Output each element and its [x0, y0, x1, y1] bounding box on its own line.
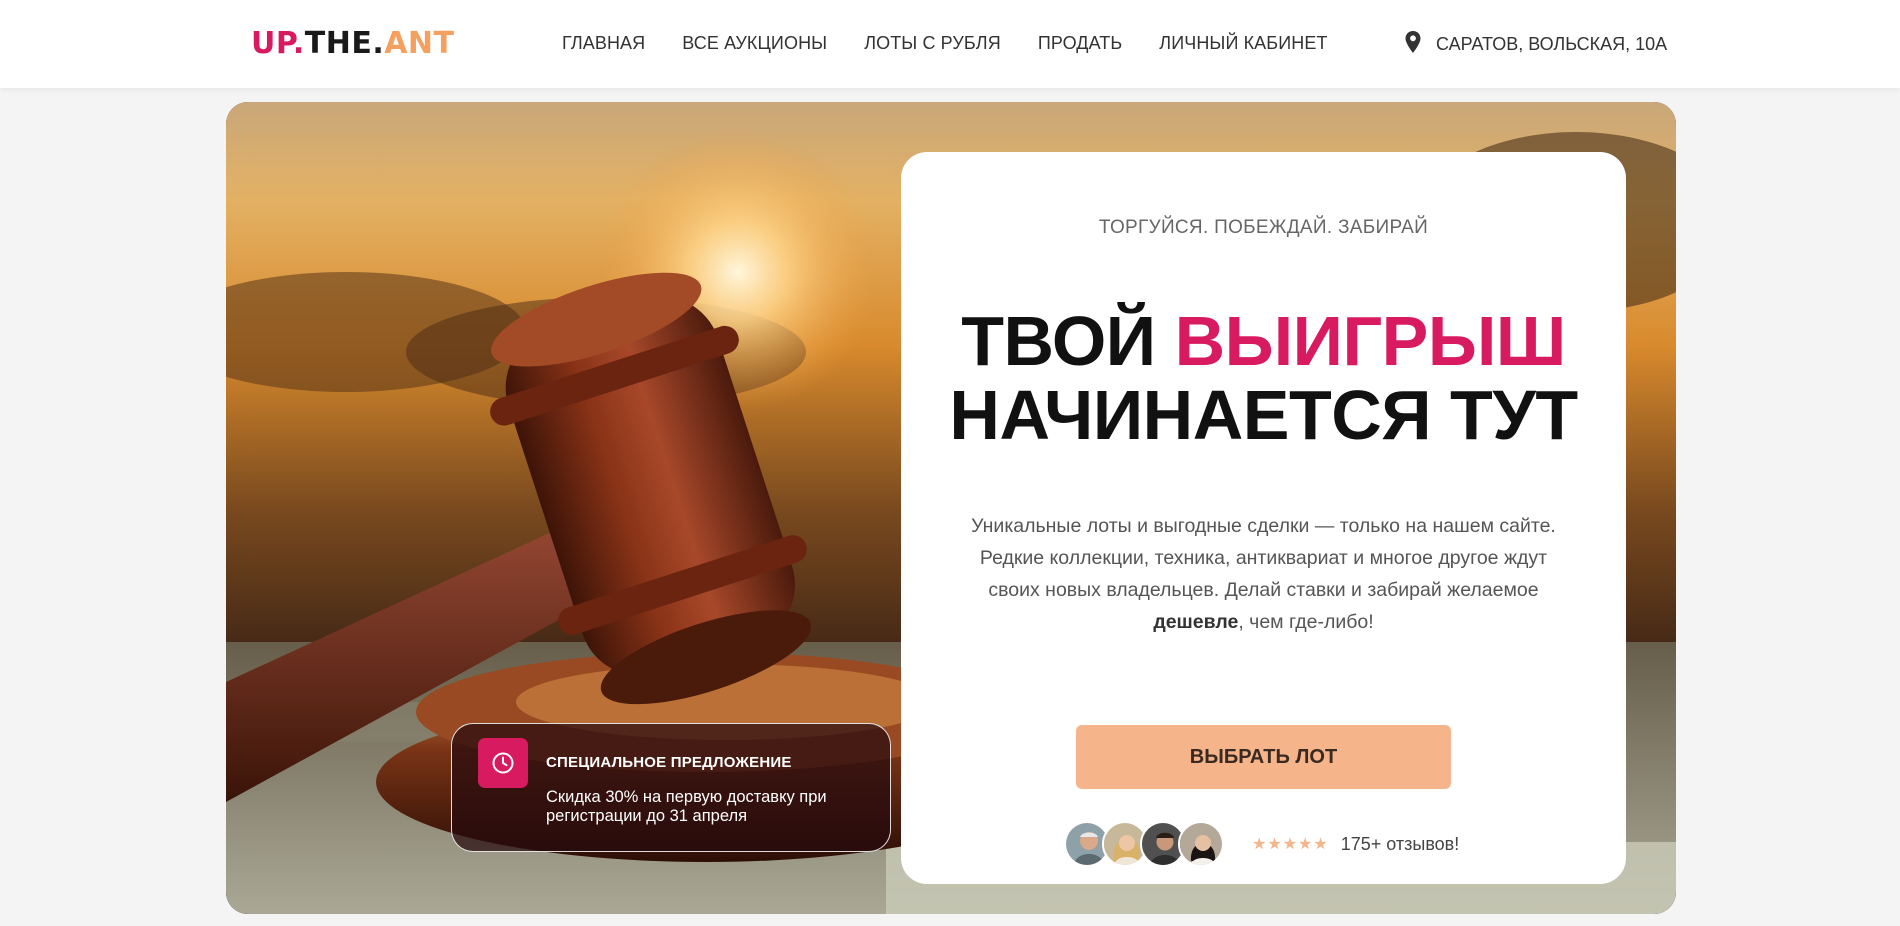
logo-part-up: UP.	[251, 26, 305, 61]
location-pin-icon	[1404, 31, 1422, 58]
nav-account[interactable]: ЛИЧНЫЙ КАБИНЕТ	[1159, 33, 1327, 54]
offer-title: СПЕЦИАЛЬНОЕ ПРЕДЛОЖЕНИЕ	[546, 754, 792, 771]
choose-lot-button[interactable]: ВЫБРАТЬ ЛОТ	[1076, 725, 1451, 789]
hero-section: СПЕЦИАЛЬНОЕ ПРЕДЛОЖЕНИЕ Скидка 30% на пе…	[226, 102, 1676, 914]
desc-bold: дешевле	[1153, 611, 1239, 633]
address[interactable]: САРАТОВ, ВОЛЬСКАЯ, 10А	[1404, 31, 1667, 58]
headline-word: ТВОЙ	[961, 302, 1156, 380]
logo[interactable]: UP.THE.ANT	[251, 26, 455, 61]
tagline: ТОРГУЙСЯ. ПОБЕЖДАЙ. ЗАБИРАЙ	[1098, 217, 1429, 238]
avatar	[1178, 821, 1224, 867]
address-text: САРАТОВ, ВОЛЬСКАЯ, 10А	[1436, 34, 1668, 54]
review-count[interactable]: 175+ отзывов!	[1341, 834, 1460, 855]
nav-all-auctions[interactable]: ВСЕ АУКЦИОНЫ	[682, 33, 827, 54]
reviewer-avatars	[1064, 821, 1224, 867]
main-nav: ГЛАВНАЯ ВСЕ АУКЦИОНЫ ЛОТЫ С РУБЛЯ ПРОДАТ…	[562, 33, 1365, 54]
logo-part-ant: ANT	[384, 26, 455, 61]
logo-part-the: THE.	[304, 26, 385, 61]
reviews-block[interactable]: ★★★★★ 175+ отзывов!	[1064, 821, 1459, 867]
desc-end: , чем где-либо!	[1238, 611, 1374, 633]
hero-description: Уникальные лоты и выгодные сделки — толь…	[956, 510, 1571, 638]
nav-home[interactable]: ГЛАВНАЯ	[562, 33, 645, 54]
desc-main: Уникальные лоты и выгодные сделки — толь…	[971, 515, 1556, 601]
offer-text: Скидка 30% на первую доставку при регист…	[546, 788, 827, 825]
special-offer-card[interactable]: СПЕЦИАЛЬНОЕ ПРЕДЛОЖЕНИЕ Скидка 30% на пе…	[451, 723, 891, 852]
headline-accent: ВЫИГРЫШ	[1174, 302, 1567, 380]
star-rating: ★★★★★	[1252, 836, 1329, 853]
nav-sell[interactable]: ПРОДАТЬ	[1038, 33, 1122, 54]
hero-headline: ТВОЙ ВЫИГРЫШ НАЧИНАЕТСЯ ТУТ	[901, 304, 1626, 452]
clock-icon	[478, 738, 528, 788]
headline-line2: НАЧИНАЕТСЯ ТУТ	[949, 376, 1578, 454]
hero-card: ТОРГУЙСЯ. ПОБЕЖДАЙ. ЗАБИРАЙ ТВОЙ ВЫИГРЫШ…	[901, 152, 1626, 884]
nav-lots-from-ruble[interactable]: ЛОТЫ С РУБЛЯ	[864, 33, 1001, 54]
site-header: UP.THE.ANT ГЛАВНАЯ ВСЕ АУКЦИОНЫ ЛОТЫ С Р…	[0, 0, 1900, 88]
